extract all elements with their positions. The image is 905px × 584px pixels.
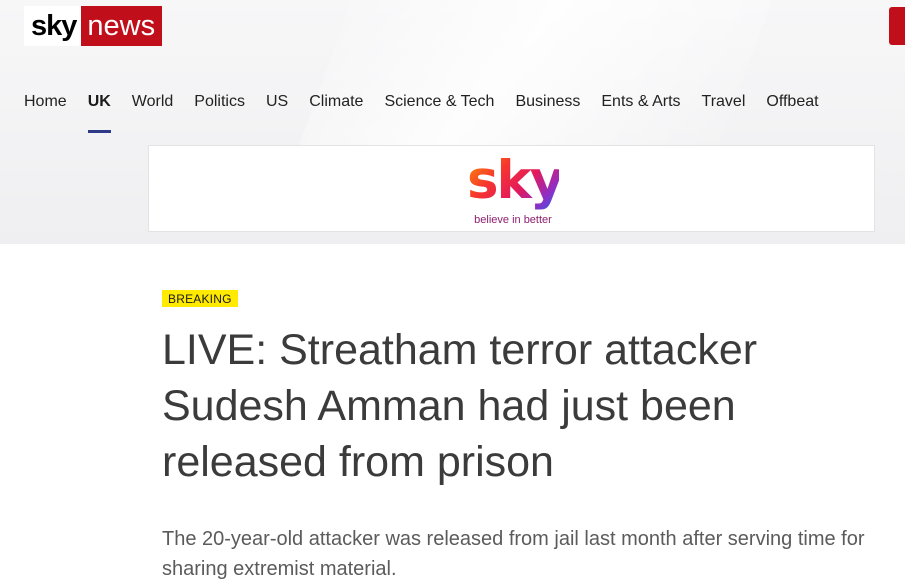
advert-logo: sky believe in better (467, 150, 564, 227)
site-header: sky news Home UK World Politics US Clima… (0, 0, 905, 244)
article-headline: LIVE: Streatham terror attacker Sudesh A… (162, 326, 758, 486)
nav-item-politics[interactable]: Politics (194, 88, 245, 121)
nav-item-travel[interactable]: Travel (702, 88, 746, 121)
advert-sky-wordmark: sky (467, 150, 564, 211)
nav-item-science-tech[interactable]: Science & Tech (384, 88, 494, 121)
main-nav: Home UK World Politics US Climate Scienc… (24, 88, 819, 133)
header-edge-button[interactable] (889, 7, 905, 45)
nav-item-us[interactable]: US (266, 88, 288, 121)
nav-item-world[interactable]: World (132, 88, 174, 121)
logo-news-text: news (81, 6, 163, 46)
advert-banner[interactable]: sky believe in better (148, 145, 875, 232)
breaking-badge: BREAKING (162, 290, 238, 307)
nav-item-business[interactable]: Business (515, 88, 580, 121)
nav-item-home[interactable]: Home (24, 88, 67, 121)
logo-sky-text: sky (24, 6, 82, 46)
sky-news-logo[interactable]: sky news (24, 6, 163, 46)
article-standfirst: The 20-year-old attacker was released fr… (162, 528, 865, 580)
nav-item-offbeat[interactable]: Offbeat (766, 88, 818, 121)
article-header: BREAKING LIVE: Streatham terror attacker… (162, 290, 882, 584)
nav-item-climate[interactable]: Climate (309, 88, 363, 121)
advert-tagline: believe in better (474, 214, 552, 226)
nav-item-ents-arts[interactable]: Ents & Arts (601, 88, 680, 121)
nav-item-uk[interactable]: UK (87, 88, 111, 133)
